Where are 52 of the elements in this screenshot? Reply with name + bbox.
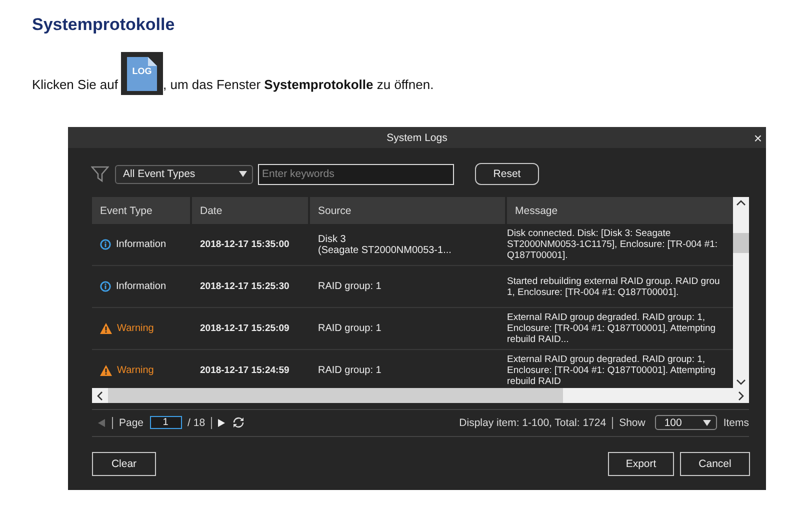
info-icon [100, 281, 111, 292]
reset-button[interactable]: Reset [475, 163, 539, 185]
log-app-icon: LOG [121, 52, 163, 95]
event-type-dropdown[interactable]: All Event Types [115, 164, 253, 184]
event-type-text: Warning [117, 365, 154, 376]
message-cell: Disk connected. Disk: [Disk 3: Seagate ST2000NM0053-1C1175], Enclosure: [TR-004 #1: Q187T00001]. [507, 228, 718, 261]
scroll-thumb[interactable] [108, 388, 563, 403]
filter-icon [91, 165, 109, 183]
items-per-page-dropdown[interactable]: 100 [655, 415, 718, 430]
source-cell: RAID group: 1 [318, 281, 382, 292]
scroll-thumb[interactable] [733, 233, 749, 253]
caret-icon [703, 420, 712, 426]
instruction-text: Klicken Sie auf [32, 77, 118, 94]
source-cell: RAID group: 1 [318, 323, 382, 334]
column-header[interactable]: Event Type [92, 197, 192, 224]
event-type-text: Information [116, 281, 166, 292]
vertical-scrollbar[interactable] [733, 197, 749, 388]
page-label: Page [119, 416, 144, 428]
clear-button[interactable]: Clear [92, 452, 156, 476]
refresh-icon[interactable] [232, 416, 246, 429]
source-cell: RAID group: 1 [318, 365, 382, 376]
next-page-button[interactable] [218, 418, 226, 426]
event-type-text: Information [116, 239, 166, 250]
warning-icon [100, 365, 112, 376]
horizontal-scrollbar[interactable] [92, 388, 749, 403]
items-label: Items [723, 416, 749, 428]
column-header[interactable]: Date [192, 197, 310, 224]
display-item-text: Display item: 1-100, Total: 1724 [459, 416, 606, 428]
column-header[interactable]: Message [507, 197, 733, 224]
page-number-field[interactable]: 1 [150, 416, 182, 429]
column-header[interactable]: Source [310, 197, 507, 224]
date-cell: 2018-12-17 15:25:30 [200, 281, 290, 292]
export-button[interactable]: Export [608, 452, 674, 476]
show-label: Show [619, 416, 646, 428]
warning-icon [100, 323, 112, 334]
event-type-text: Warning [117, 323, 154, 334]
message-cell: Started rebuilding external RAID group. RAID grou 1, Enclosure: [TR-004 #1: Q187T00001]. [507, 276, 720, 298]
date-cell: 2018-12-17 15:35:00 [200, 239, 290, 250]
cancel-button[interactable]: Cancel [680, 452, 750, 476]
date-cell: 2018-12-17 15:25:09 [200, 323, 290, 334]
window-title: System Logs [386, 132, 448, 144]
message-cell: External RAID group degraded. RAID group: 1, Enclosure: [TR-004 #1: Q187T00001]. Attempting rebuild RAID... [507, 312, 716, 345]
date-cell: 2018-12-17 15:24:59 [200, 365, 290, 376]
caret-icon [239, 171, 247, 177]
section-heading: Systemprotokolle [31, 14, 176, 35]
total-pages-text: / 18 [188, 416, 206, 428]
close-button[interactable]: × [750, 130, 766, 146]
message-cell: External RAID group degraded. RAID group: 1, Enclosure: [TR-004 #1: Q187T00001]. Attempting rebuild RAID [507, 354, 716, 387]
keyword-field[interactable]: Enter keywords [258, 164, 454, 184]
info-icon [100, 239, 111, 250]
instruction-text: , um das Fenster Systemprotokolle zu öffnen. [163, 77, 434, 94]
source-cell: Disk 3 (Seagate ST2000NM0053-1... [318, 234, 452, 256]
